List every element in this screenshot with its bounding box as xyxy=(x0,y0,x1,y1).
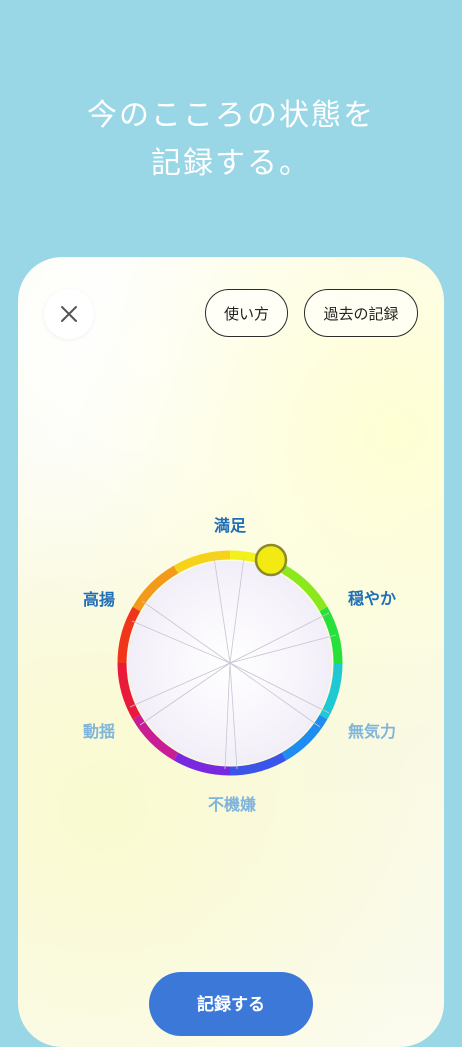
wheel-label-top-left[interactable]: 高揚 xyxy=(83,586,115,610)
wheel-label-bottom-left[interactable]: 動揺 xyxy=(83,718,115,742)
wheel-label-top[interactable]: 満足 xyxy=(214,512,246,536)
mood-card: 使い方 過去の記録 満足 穏やか 無気力 不機嫌 動揺 高揚 記録する xyxy=(18,257,444,1047)
wheel-label-bottom[interactable]: 不機嫌 xyxy=(208,791,256,815)
headline-line-1: 今のこころの状態を xyxy=(87,98,375,133)
wheel-label-top-right[interactable]: 穏やか xyxy=(348,585,396,609)
headline: 今のこころの状態を 記録する。 xyxy=(0,92,462,188)
record-button[interactable]: 記録する xyxy=(149,972,313,1036)
headline-line-2: 記録する。 xyxy=(151,146,311,181)
mood-selector-handle[interactable] xyxy=(254,543,288,577)
wheel-label-bottom-right[interactable]: 無気力 xyxy=(348,718,396,742)
mood-wheel[interactable]: 満足 穏やか 無気力 不機嫌 動揺 高揚 xyxy=(18,257,444,1047)
mood-wheel-graphic xyxy=(117,543,343,776)
